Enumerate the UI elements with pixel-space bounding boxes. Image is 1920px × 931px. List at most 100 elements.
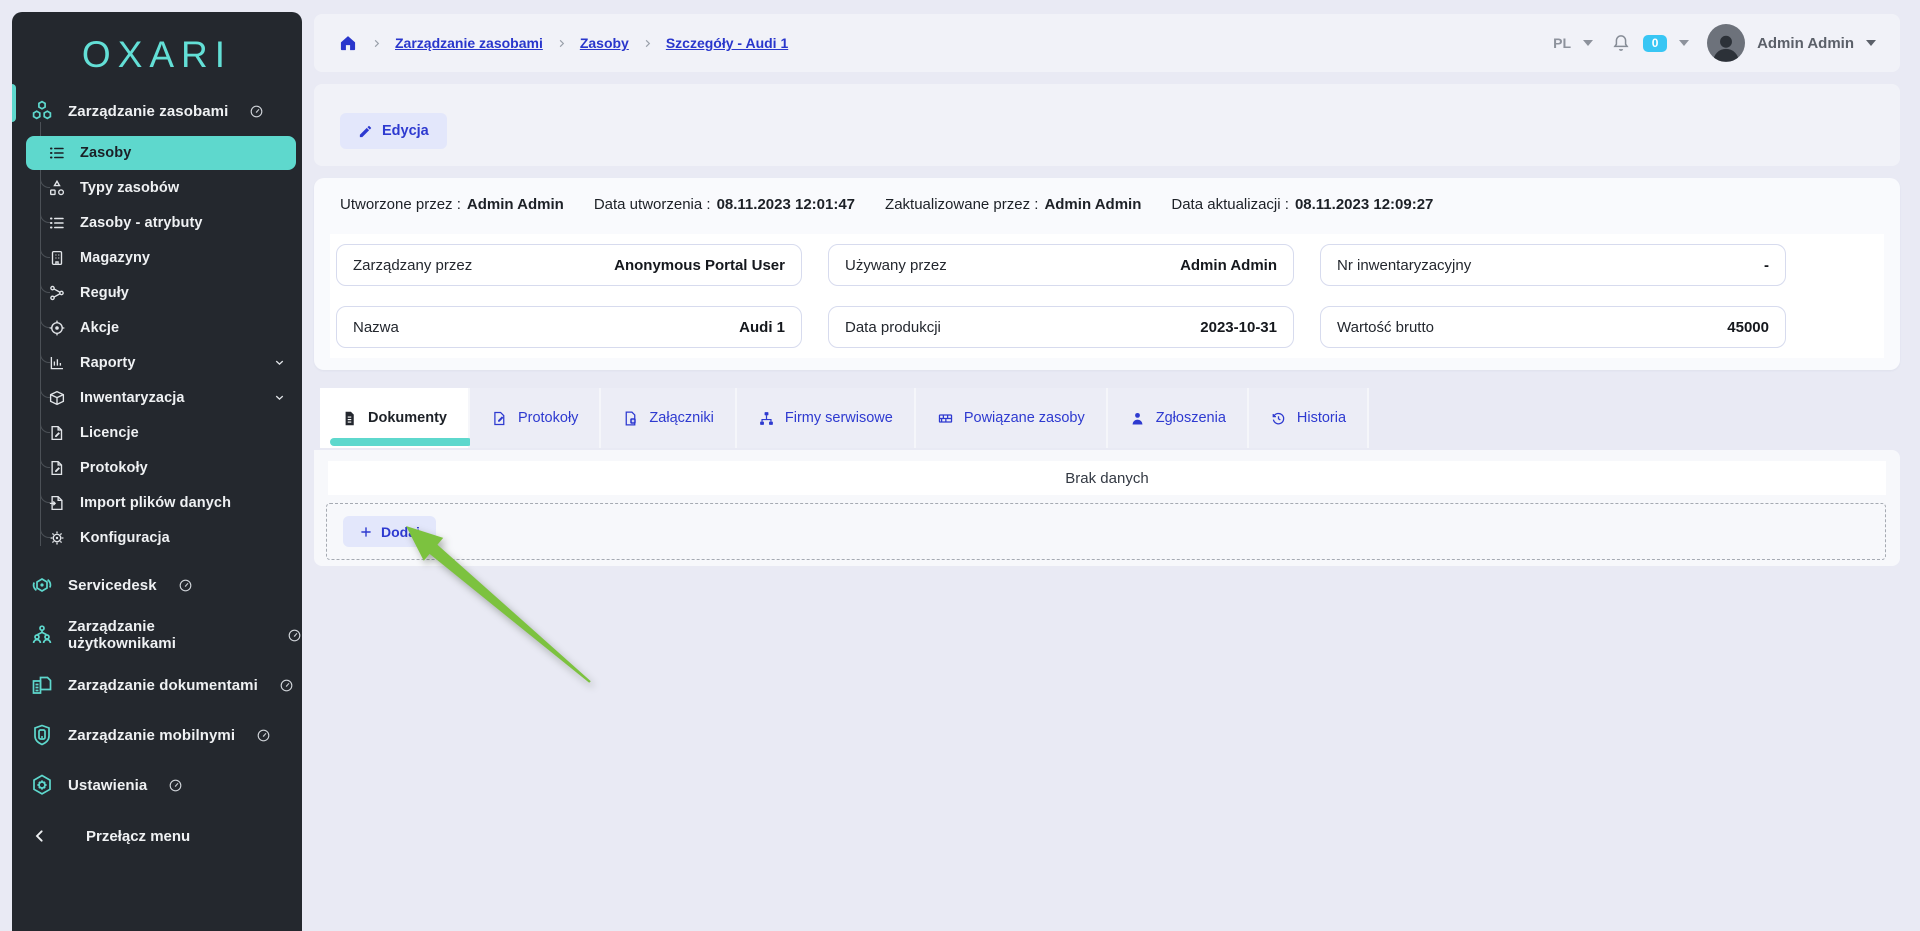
field-zarzadzany-przez: Zarządzany przez Anonymous Portal User — [336, 244, 802, 286]
sidebar-item-zasoby[interactable]: Zasoby — [26, 136, 296, 170]
field-label: Data produkcji — [845, 319, 941, 336]
field-label: Używany przez — [845, 257, 947, 274]
sidebar-root-menu: Servicedesk Zarządzanie użytkownikami — [12, 560, 302, 810]
field-value: - — [1764, 257, 1769, 274]
field-label: Wartość brutto — [1337, 319, 1434, 336]
bell-icon[interactable] — [1611, 33, 1631, 53]
sidebar-submenu: Zasoby Typy zasobów Zasoby - atrybuty — [12, 136, 302, 555]
tab-protokoly[interactable]: Protokoły — [470, 388, 601, 448]
warehouse-icon — [48, 249, 66, 267]
field-value: Anonymous Portal User — [614, 257, 785, 274]
empty-state-row: Brak danych — [328, 461, 1886, 495]
tab-label: Historia — [1297, 410, 1346, 426]
sidebar-item-akcje[interactable]: Akcje — [12, 310, 302, 345]
created-at-value: 08.11.2023 12:01:47 — [717, 196, 855, 213]
updated-at-label: Data aktualizacji : — [1171, 196, 1289, 213]
asset-detail-card: Utworzone przez :Admin Admin Data utworz… — [314, 178, 1900, 370]
sidebar-item-protokoly[interactable]: Protokoły — [12, 450, 302, 485]
audit-meta-bar: Utworzone przez :Admin Admin Data utworz… — [340, 196, 1433, 213]
home-icon[interactable] — [338, 33, 358, 53]
sidebar-item-zarzadzanie-dokumentami[interactable]: Zarządzanie dokumentami — [12, 660, 302, 710]
mobile-shield-icon — [30, 723, 54, 747]
linked-assets-bricks-icon — [937, 410, 954, 427]
add-dropzone[interactable]: Dodaj — [326, 503, 1886, 560]
sidebar-item-inwentaryzacja[interactable]: Inwentaryzacja — [12, 380, 302, 415]
sidebar-item-zasoby-atrybuty[interactable]: Zasoby - atrybuty — [12, 205, 302, 240]
tour-gauge-icon — [178, 578, 193, 593]
tab-zgloszenia[interactable]: Zgłoszenia — [1108, 388, 1249, 448]
avatar[interactable] — [1707, 24, 1745, 62]
field-value: 45000 — [1727, 319, 1769, 336]
edit-button-label: Edycja — [382, 123, 429, 139]
tab-zalaczniki[interactable]: Załączniki — [601, 388, 736, 448]
sidebar-collapse-toggle[interactable]: Przełącz menu — [12, 812, 302, 860]
sidebar-item-servicedesk[interactable]: Servicedesk — [12, 560, 302, 610]
tab-historia[interactable]: Historia — [1249, 388, 1369, 448]
field-uzywany-przez: Używany przez Admin Admin — [828, 244, 1294, 286]
breadcrumb-link-zarzadzanie-zasobami[interactable]: Zarządzanie zasobami — [395, 35, 543, 51]
sidebar-item-import-plikow[interactable]: Import plików danych — [12, 485, 302, 520]
chevron-right-icon — [371, 38, 382, 49]
list-icon — [48, 214, 66, 232]
chevron-down-icon[interactable] — [1866, 40, 1876, 46]
sidebar-item-ustawienia[interactable]: Ustawienia — [12, 760, 302, 810]
attachment-plus-icon — [622, 410, 639, 427]
updated-at-value: 08.11.2023 12:09:27 — [1295, 196, 1433, 213]
sidebar-group-asset-management[interactable]: Zarządzanie zasobami — [12, 92, 302, 130]
sidebar-item-zarzadzanie-mobilnymi[interactable]: Zarządzanie mobilnymi — [12, 710, 302, 760]
sidebar-item-konfiguracja[interactable]: Konfiguracja — [12, 520, 302, 555]
sidebar-group-label: Zarządzanie zasobami — [68, 103, 228, 120]
sidebar-item-label: Servicedesk — [68, 577, 157, 594]
empty-state-text: Brak danych — [1065, 470, 1148, 487]
sidebar-item-label: Raporty — [80, 355, 136, 371]
field-label: Nr inwentaryzacyjny — [1337, 257, 1471, 274]
plus-icon — [359, 525, 373, 539]
chart-icon — [48, 354, 66, 372]
chevron-down-icon[interactable] — [1679, 40, 1689, 46]
sidebar-item-label: Konfiguracja — [80, 530, 170, 546]
tab-label: Dokumenty — [368, 410, 447, 426]
documents-icon — [30, 673, 54, 697]
sidebar-item-typy-zasobow[interactable]: Typy zasobów — [12, 170, 302, 205]
sidebar-item-licencje[interactable]: Licencje — [12, 415, 302, 450]
sidebar-item-raporty[interactable]: Raporty — [12, 345, 302, 380]
chevron-down-icon[interactable] — [1583, 40, 1593, 46]
tab-powiazane-zasoby[interactable]: Powiązane zasoby — [916, 388, 1108, 448]
file-import-icon — [48, 494, 66, 512]
breadcrumb: Zarządzanie zasobami Zasoby Szczegóły - … — [338, 33, 788, 53]
tab-label: Załączniki — [649, 410, 713, 426]
network-icon — [48, 284, 66, 302]
tour-gauge-icon — [256, 728, 271, 743]
documents-tab-panel: Brak danych Dodaj — [314, 450, 1900, 566]
sidebar-item-label: Ustawienia — [68, 777, 147, 794]
tab-dokumenty[interactable]: Dokumenty — [320, 388, 470, 448]
language-selector-label[interactable]: PL — [1553, 35, 1571, 51]
sidebar-item-magazyny[interactable]: Magazyny — [12, 240, 302, 275]
notification-count-badge[interactable]: 0 — [1643, 35, 1667, 52]
add-button[interactable]: Dodaj — [343, 516, 436, 547]
sidebar-item-label: Zarządzanie użytkownikami — [68, 618, 266, 652]
add-button-label: Dodaj — [381, 524, 420, 540]
field-data-produkcji: Data produkcji 2023-10-31 — [828, 306, 1294, 348]
chevron-down-icon — [273, 391, 286, 404]
tour-gauge-icon — [287, 628, 302, 643]
updated-by-value: Admin Admin — [1044, 196, 1141, 213]
user-menu-label[interactable]: Admin Admin — [1757, 35, 1854, 52]
updated-by-label: Zaktualizowane przez : — [885, 196, 1038, 213]
tab-firmy-serwisowe[interactable]: Firmy serwisowe — [737, 388, 916, 448]
sidebar-item-reguly[interactable]: Reguły — [12, 275, 302, 310]
field-value: 2023-10-31 — [1200, 319, 1277, 336]
breadcrumb-link-zasoby[interactable]: Zasoby — [580, 35, 629, 51]
edit-button[interactable]: Edycja — [340, 113, 447, 149]
sidebar-item-label: Typy zasobów — [80, 180, 179, 196]
shapes-icon — [48, 179, 66, 197]
created-by-label: Utworzone przez : — [340, 196, 461, 213]
breadcrumb-current[interactable]: Szczegóły - Audi 1 — [666, 35, 788, 51]
sidebar-item-label: Zarządzanie mobilnymi — [68, 727, 235, 744]
sidebar-item-label: Zasoby - atrybuty — [80, 215, 203, 231]
sidebar-item-zarzadzanie-uzytkownikami[interactable]: Zarządzanie użytkownikami — [12, 610, 302, 660]
sidebar-item-label: Zarządzanie dokumentami — [68, 677, 258, 694]
servicedesk-icon — [30, 573, 54, 597]
detail-tabs: Dokumenty Protokoły Załączniki Firmy ser… — [320, 388, 1369, 448]
document-icon — [341, 410, 358, 427]
